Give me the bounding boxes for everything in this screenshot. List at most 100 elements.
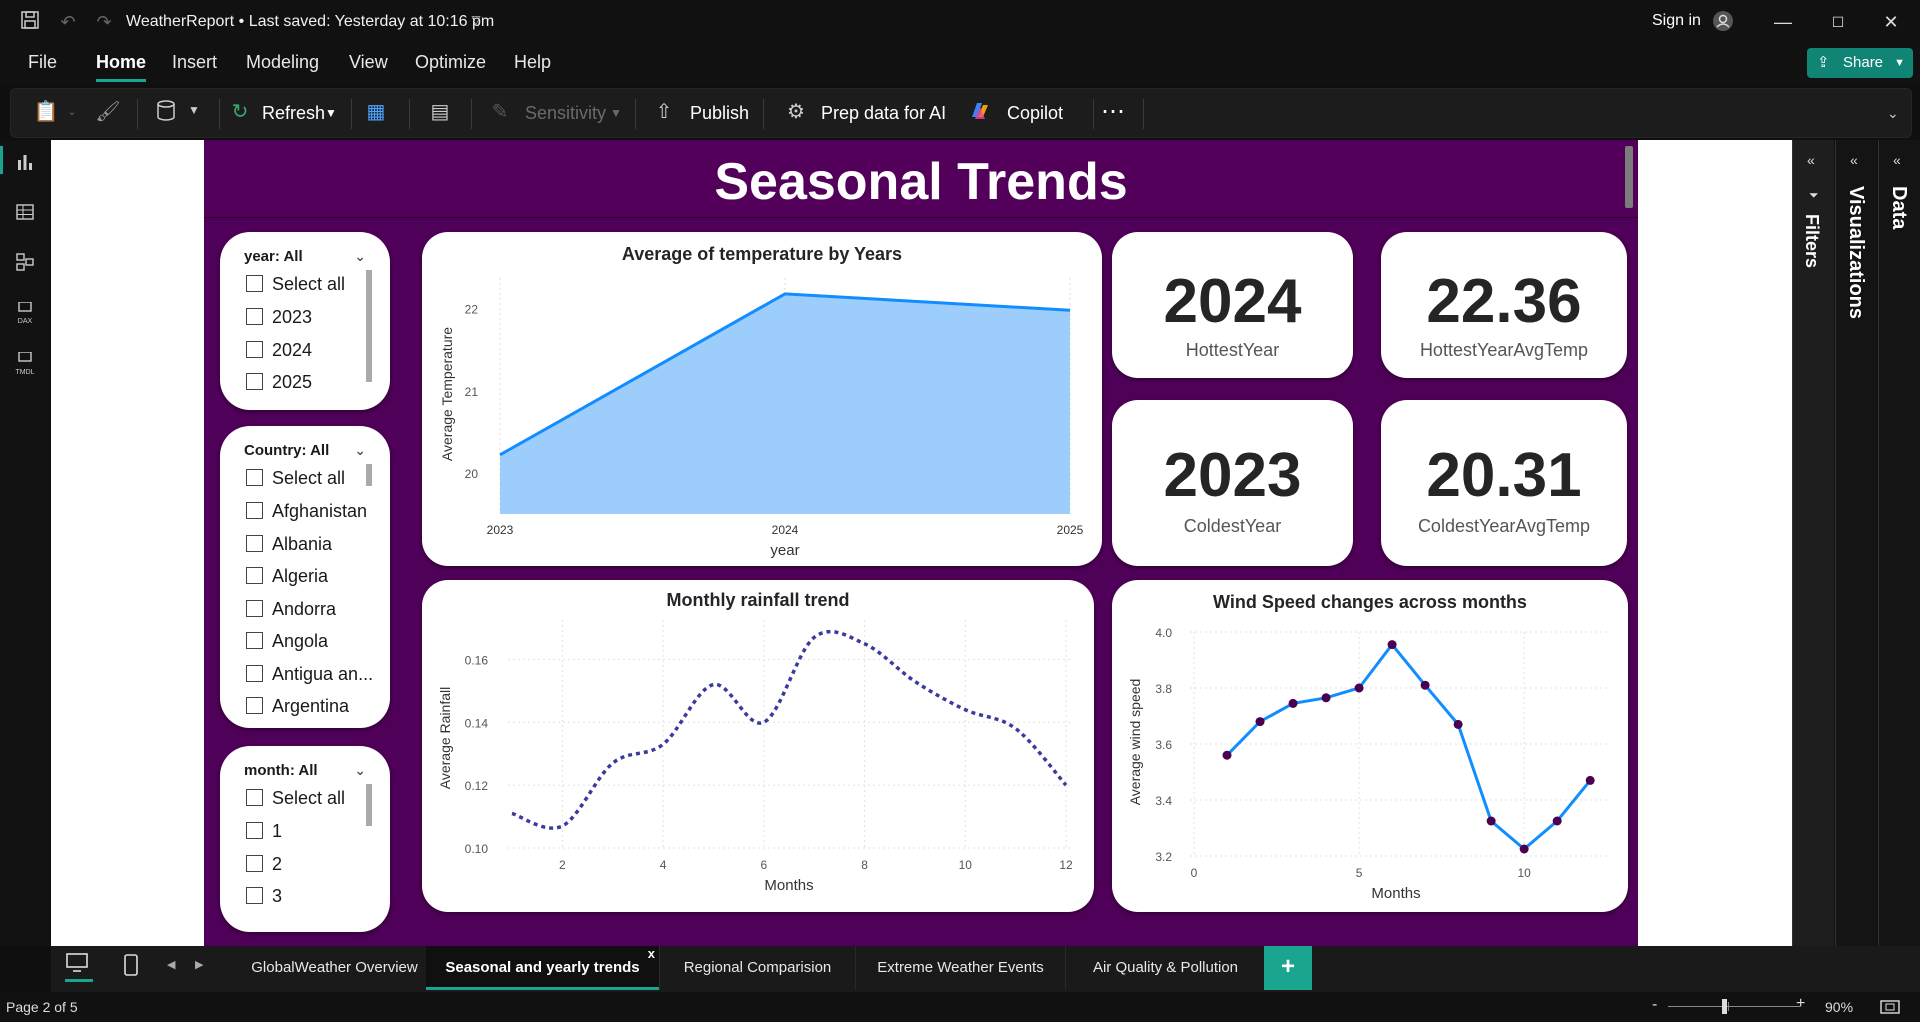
tab-extreme-weather-events[interactable]: Extreme Weather Events <box>856 946 1066 990</box>
prep-data-icon[interactable]: ⚙ <box>783 99 809 127</box>
title-chevron-down-icon[interactable]: ▽ <box>464 8 488 32</box>
visualizations-pane-collapsed[interactable]: « Visualizations <box>1835 140 1877 946</box>
checkbox[interactable] <box>246 341 263 358</box>
close-tab-icon[interactable]: x <box>648 932 655 976</box>
format-painter-icon[interactable]: 🖌 <box>95 99 121 127</box>
country-option[interactable]: Angola <box>246 631 328 653</box>
year-option-2025[interactable]: 2025 <box>246 372 312 394</box>
more-options-button[interactable]: ⋯ <box>1101 97 1125 126</box>
country-slicer-header[interactable]: Country: All <box>244 442 329 459</box>
country-option-select-all[interactable]: Select all <box>246 468 345 490</box>
year-slicer-chevron-icon[interactable]: ⌄ <box>354 248 366 265</box>
zoom-out-button[interactable]: - <box>1652 996 1657 1014</box>
tab-regional-comparision[interactable]: Regional Comparision <box>660 946 856 990</box>
expand-filters-icon[interactable]: « <box>1807 152 1815 168</box>
copilot-button[interactable]: Copilot <box>1007 103 1063 124</box>
get-data-chevron-icon[interactable]: ▼ <box>181 103 207 131</box>
redo-icon[interactable]: ↷ <box>92 10 116 34</box>
save-icon[interactable] <box>18 10 42 34</box>
tab-globalweather-overview[interactable]: GlobalWeather Overview <box>235 946 435 990</box>
menu-view[interactable]: View <box>349 52 388 73</box>
year-slicer-scrollbar[interactable] <box>366 270 372 382</box>
prev-page-icon[interactable]: ◀ <box>167 958 175 971</box>
refresh-chevron-icon[interactable]: ▼ <box>325 106 337 120</box>
sensitivity-icon[interactable]: ✎ <box>487 99 513 127</box>
tab-seasonal-and-yearly-trends[interactable]: Seasonal and yearly trends x <box>426 946 660 990</box>
model-view-icon[interactable] <box>12 252 38 274</box>
checkbox[interactable] <box>246 502 263 519</box>
publish-icon[interactable]: ⇧ <box>651 99 677 127</box>
menu-optimize[interactable]: Optimize <box>415 52 486 73</box>
checkbox[interactable] <box>246 535 263 552</box>
month-slicer-chevron-icon[interactable]: ⌄ <box>354 762 366 779</box>
expand-data-icon[interactable]: « <box>1893 152 1901 168</box>
add-page-button[interactable]: + <box>1264 946 1312 990</box>
month-option-1[interactable]: 1 <box>246 821 282 843</box>
collapse-ribbon-chevron-icon[interactable]: ⌄ <box>1887 105 1899 122</box>
account-avatar-icon[interactable] <box>1711 10 1735 34</box>
wind-speed-chart[interactable]: Wind Speed changes across months 3.2 3.4 3.… <box>1112 580 1628 912</box>
checkbox[interactable] <box>246 373 263 390</box>
zoom-in-button[interactable]: + <box>1796 995 1805 1013</box>
year-option-2023[interactable]: 2023 <box>246 307 312 329</box>
visualizations-pane-label[interactable]: Visualizations <box>1844 186 1867 319</box>
checkbox[interactable] <box>246 275 263 292</box>
country-option[interactable]: Antigua an... <box>246 664 373 686</box>
checkbox[interactable] <box>246 567 263 584</box>
month-slicer-header[interactable]: month: All <box>244 762 318 779</box>
refresh-button[interactable]: Refresh <box>262 103 325 124</box>
checkbox[interactable] <box>246 469 263 486</box>
checkbox[interactable] <box>246 887 263 904</box>
fit-to-page-icon[interactable] <box>1880 999 1900 1020</box>
table-view-icon[interactable] <box>12 202 38 224</box>
dax-query-view-icon[interactable]: DAX <box>12 301 38 325</box>
month-option-3[interactable]: 3 <box>246 886 282 908</box>
canvas-scrollbar[interactable] <box>1625 146 1633 208</box>
hottest-year-card[interactable]: 2024 HottestYear <box>1112 232 1353 378</box>
publish-button[interactable]: Publish <box>690 103 749 124</box>
year-option-2024[interactable]: 2024 <box>246 340 312 362</box>
share-button[interactable]: ⇪ Share ▼ <box>1807 48 1913 78</box>
month-slicer-scrollbar[interactable] <box>366 784 372 826</box>
country-slicer-scrollbar[interactable] <box>366 464 372 486</box>
tmdl-view-icon[interactable]: TMDL <box>12 351 38 376</box>
sensitivity-button[interactable]: Sensitivity <box>525 103 606 124</box>
year-slicer-header[interactable]: year: All <box>244 248 303 265</box>
mobile-layout-icon[interactable] <box>123 954 139 981</box>
data-pane-collapsed[interactable]: « Data <box>1878 140 1920 946</box>
monthly-rainfall-chart[interactable]: Monthly rainfall trend 0.10 0.12 0.14 0.16 2 4… <box>422 580 1094 912</box>
zoom-slider-thumb[interactable] <box>1722 999 1727 1014</box>
menu-modeling[interactable]: Modeling <box>246 52 319 73</box>
hottest-year-avg-temp-card[interactable]: 22.36 HottestYearAvgTemp <box>1381 232 1627 378</box>
new-visual-icon[interactable]: ▦ <box>363 99 389 127</box>
close-window-button[interactable]: ✕ <box>1876 10 1906 34</box>
country-slicer-chevron-icon[interactable]: ⌄ <box>354 442 366 459</box>
undo-icon[interactable]: ↶ <box>56 10 80 34</box>
tab-air-quality-pollution[interactable]: Air Quality & Pollution <box>1066 946 1266 990</box>
country-option[interactable]: Argentina <box>246 696 349 718</box>
checkbox[interactable] <box>246 789 263 806</box>
country-option[interactable]: Albania <box>246 534 332 556</box>
menu-file[interactable]: File <box>28 52 57 73</box>
paste-icon[interactable]: 📋 <box>33 99 59 127</box>
minimize-button[interactable]: — <box>1768 10 1798 34</box>
filters-pane-collapsed[interactable]: « ⏷ Filters <box>1792 140 1834 946</box>
checkbox[interactable] <box>246 665 263 682</box>
menu-insert[interactable]: Insert <box>172 52 217 73</box>
data-pane-label[interactable]: Data <box>1887 186 1910 229</box>
coldest-year-card[interactable]: 2023 ColdestYear <box>1112 400 1353 566</box>
sign-in-link[interactable]: Sign in <box>1652 12 1701 30</box>
checkbox[interactable] <box>246 308 263 325</box>
country-option[interactable]: Algeria <box>246 566 328 588</box>
zoom-slider-track[interactable] <box>1668 1006 1800 1007</box>
filters-pane-label[interactable]: Filters <box>1801 214 1822 268</box>
checkbox[interactable] <box>246 697 263 714</box>
country-option[interactable]: Afghanistan <box>246 501 367 523</box>
expand-visualizations-icon[interactable]: « <box>1850 152 1858 168</box>
menu-help[interactable]: Help <box>514 52 551 73</box>
temperature-by-years-chart[interactable]: Average of temperature by Years 20 21 22 202… <box>422 232 1102 566</box>
refresh-icon[interactable]: ↻ <box>227 99 253 127</box>
get-data-icon[interactable] <box>155 99 181 127</box>
checkbox[interactable] <box>246 600 263 617</box>
paste-chevron-icon[interactable]: ⌄ <box>59 105 85 133</box>
